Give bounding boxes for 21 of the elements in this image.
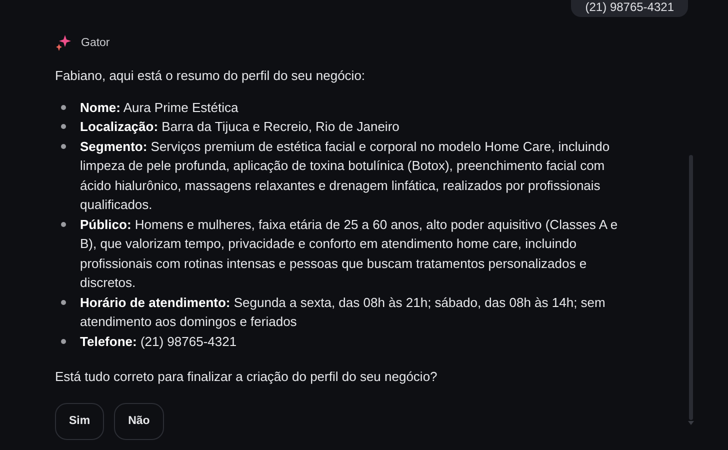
answer-button[interactable]: Sim [55,402,104,440]
scrollbar[interactable] [689,155,693,420]
profile-detail: Localização: Barra da Tijuca e Recreio, Rio de Janeiro [80,118,400,136]
bullet-icon [61,338,66,344]
profile-detail: Segmento: Serviços premium de estética facial e corporal no modelo Home Care, incluindo limpeza de pele profunda, aplicação de toxina botulínica (Botox), preenchimento facial com ácido hialurônico, massagens relaxantes e drenagem linfática, realizados por profissionais qualificados. [80,138,611,214]
answer-button[interactable]: Não [114,402,164,440]
bullet-icon [61,124,66,129]
bullet-icon [61,222,66,226]
question-text: Está tudo correto para finalizar a criação do perfil do seu negócio? [55,368,438,386]
sparkle-icon [55,35,71,51]
assistant-name: Gator [81,37,110,49]
scroll-down-icon[interactable] [688,421,694,425]
profile-detail: Telefone: (21) 98765-4321 [80,332,237,351]
user-message: (21) 98765-4321 [571,0,688,17]
profile-detail: Horário de atendimento: Segunda a sexta, das 08h às 21h; sábado, das 08h às 14h; sem atendimento aos domingos e feriados [80,294,606,331]
profile-detail: Nome: Aura Prime Estética [80,98,238,116]
bullet-icon [61,144,66,148]
bullet-icon [61,300,66,304]
profile-detail: Público: Homens e mulheres, faixa etária de 25 a 60 anos, alto poder aquisitivo (Classes A e B), que valorizam tempo, privacidade e conforto em atendimento home care, incluindo profissionais com rotinas intensas e pessoas que buscam tratamentos personalizados e discretos. [80,216,619,292]
intro-text: Fabiano, aqui está o resumo do perfil do seu negócio: [55,67,366,85]
bullet-icon [61,104,66,110]
